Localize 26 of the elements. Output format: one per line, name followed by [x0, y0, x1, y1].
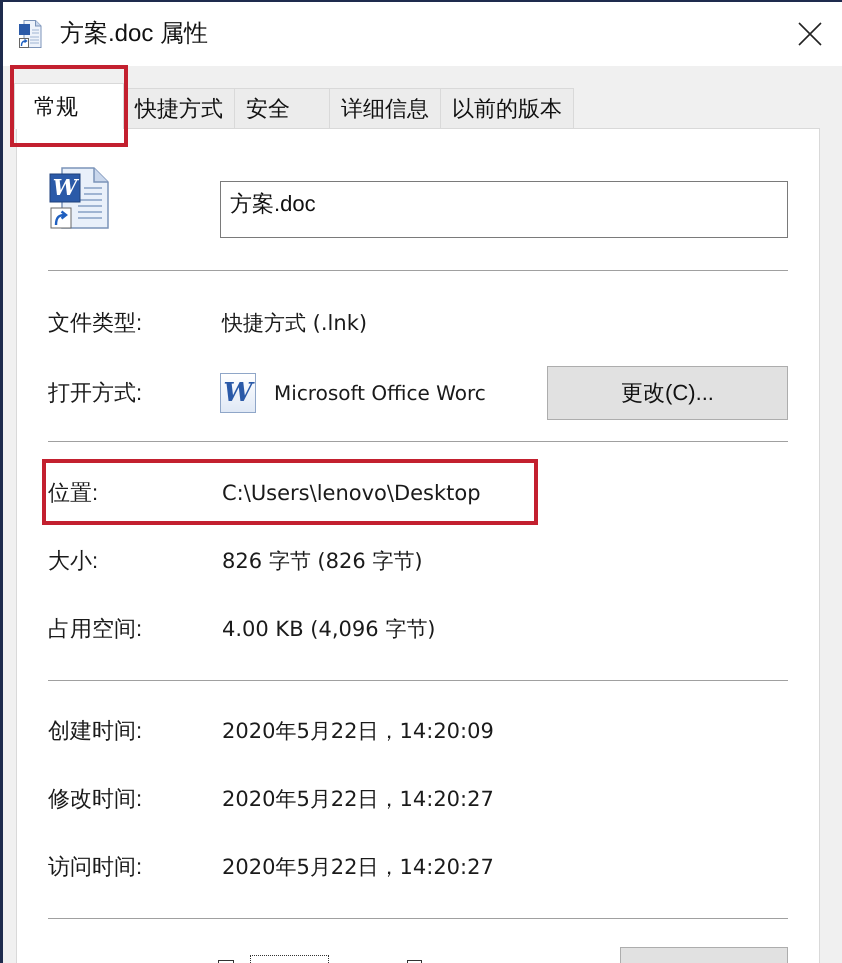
field-label: 访问时间:: [48, 856, 144, 878]
field-value: 2020年5月22日，14:20:27: [222, 788, 494, 810]
file-name-field[interactable]: 方案.doc: [220, 181, 788, 238]
field-value: 4.00 KB (4,096 字节): [222, 618, 436, 640]
field-label: 修改时间:: [48, 788, 144, 810]
document-shortcut-icon: [18, 19, 42, 49]
tab[interactable]: 以前的版本: [440, 88, 574, 128]
field-label: 大小:: [48, 550, 100, 572]
tab[interactable]: 安全: [234, 88, 330, 128]
close-icon[interactable]: [798, 22, 822, 46]
field-value: 2020年5月22日，14:20:09: [222, 720, 494, 742]
tab[interactable]: 常规: [14, 83, 124, 129]
field-value: 826 字节 (826 字节): [222, 550, 423, 572]
field-label: 占用空间:: [48, 618, 144, 640]
field-value: 快捷方式 (.lnk): [222, 312, 368, 334]
field-label: 创建时间:: [48, 720, 144, 742]
field-label: 文件类型:: [48, 312, 144, 334]
tab[interactable]: 详细信息: [329, 88, 441, 128]
word-app-icon: W: [220, 373, 256, 413]
window-title: 方案.doc 属性: [60, 22, 208, 46]
field-value: C:\Users\lenovo\Desktop: [222, 482, 481, 504]
field-label: 打开方式:: [48, 382, 144, 404]
field-value: 2020年5月22日，14:20:27: [222, 856, 494, 878]
app-name: Microsoft Office Worc: [274, 383, 486, 403]
change-button[interactable]: 更改(C)...: [547, 366, 788, 420]
field-label: 位置:: [48, 482, 100, 504]
